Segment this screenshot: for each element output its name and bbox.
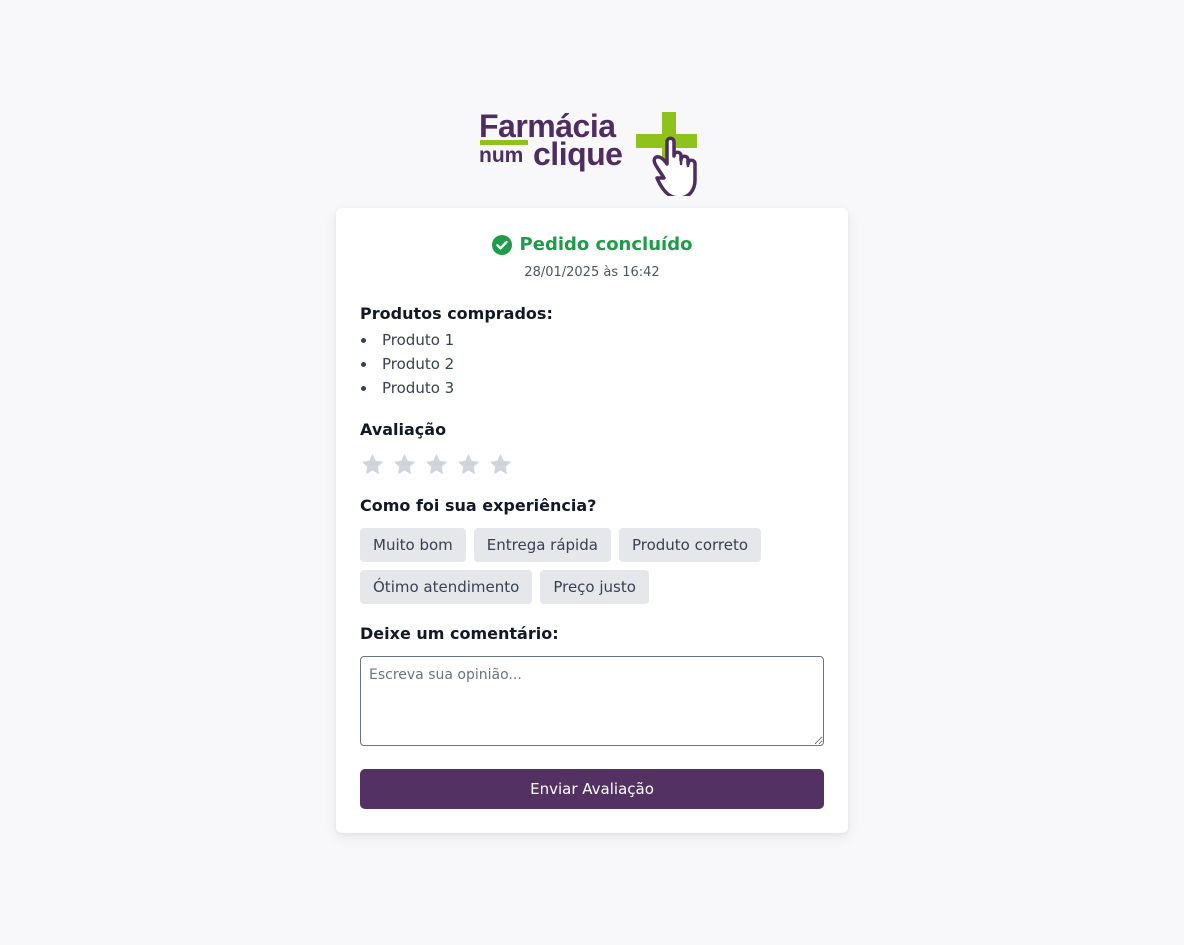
review-card: Pedido concluído 28/01/2025 às 16:42 Pro… bbox=[336, 208, 848, 833]
order-status-text: Pedido concluído bbox=[519, 234, 693, 255]
experience-heading: Como foi sua experiência? bbox=[360, 496, 597, 515]
products-heading: Produtos comprados: bbox=[360, 304, 553, 323]
star-icon[interactable] bbox=[360, 452, 385, 477]
star-icon[interactable] bbox=[456, 452, 481, 477]
brand-line2-large: clique bbox=[533, 136, 623, 172]
brand-line2-small: num bbox=[479, 144, 524, 167]
product-list: Produto 1 Produto 2 Produto 3 bbox=[360, 328, 454, 400]
list-item: Produto 1 bbox=[360, 328, 454, 352]
star-icon[interactable] bbox=[424, 452, 449, 477]
tag-entrega-rapida[interactable]: Entrega rápida bbox=[473, 528, 611, 562]
pharmacy-cross-click-icon bbox=[636, 112, 697, 196]
star-icon[interactable] bbox=[392, 452, 417, 477]
tag-muito-bom[interactable]: Muito bom bbox=[360, 528, 466, 562]
comment-field[interactable] bbox=[360, 656, 824, 746]
tag-produto-correto[interactable]: Produto correto bbox=[618, 528, 762, 562]
star-icon[interactable] bbox=[488, 452, 513, 477]
tag-preco-justo[interactable]: Preço justo bbox=[540, 570, 649, 604]
tag-otimo-atendimento[interactable]: Ótimo atendimento bbox=[360, 570, 533, 604]
order-timestamp: 28/01/2025 às 16:42 bbox=[524, 265, 660, 280]
list-item: Produto 3 bbox=[360, 376, 454, 400]
star-rating bbox=[360, 452, 513, 477]
comment-heading: Deixe um comentário: bbox=[360, 624, 559, 643]
rating-heading: Avaliação bbox=[360, 420, 447, 439]
order-status: Pedido concluído bbox=[336, 234, 848, 255]
check-circle-icon bbox=[491, 234, 512, 255]
submit-review-button[interactable]: Enviar Avaliação bbox=[360, 769, 824, 809]
experience-tags: Muito bom Entrega rápida Produto correto… bbox=[360, 528, 830, 604]
brand-logo: Farmácia num clique bbox=[478, 108, 708, 196]
list-item: Produto 2 bbox=[360, 352, 454, 376]
